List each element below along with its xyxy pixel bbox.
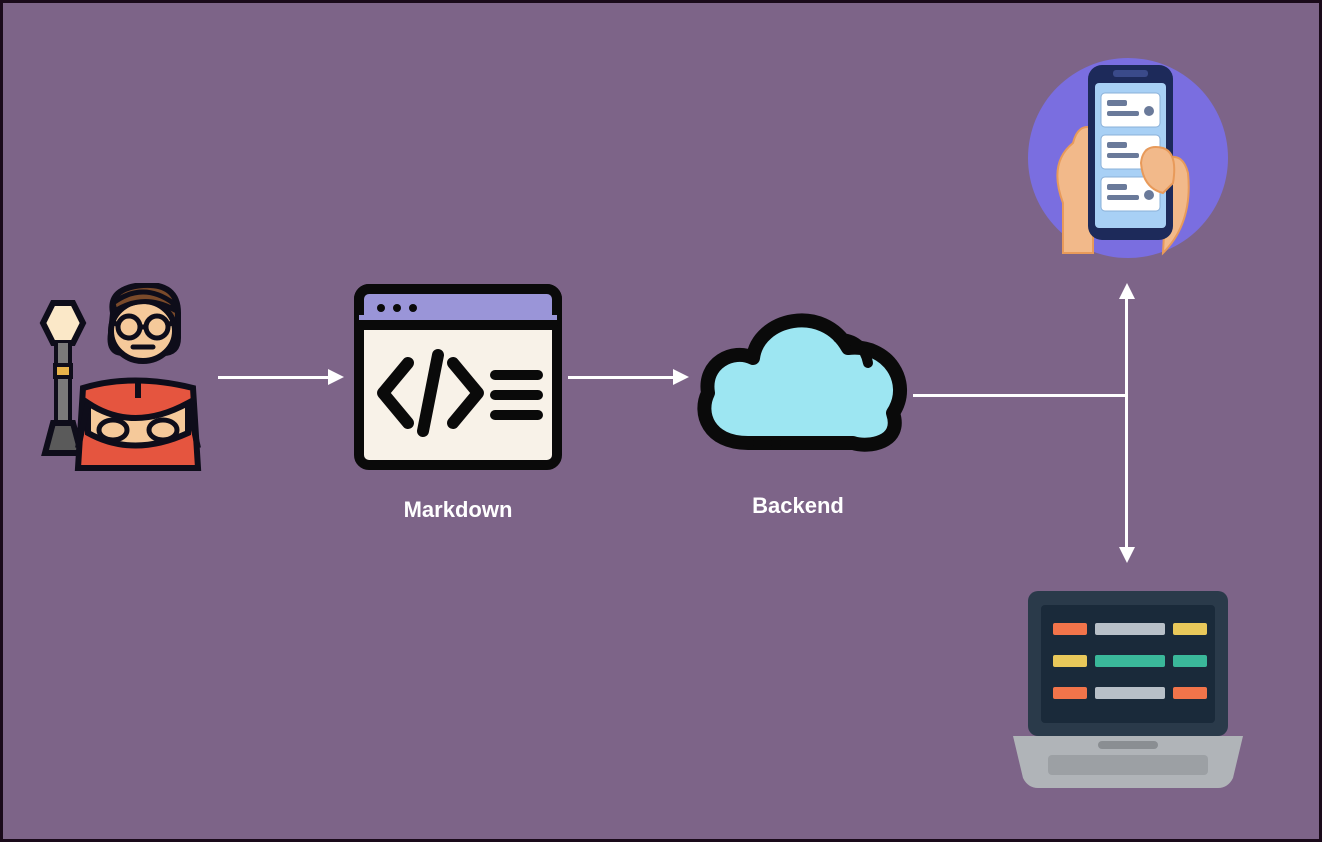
cloud-icon [688, 303, 913, 463]
backend-label: Backend [738, 493, 858, 519]
arrow-branch-mobile-head [1119, 283, 1135, 299]
connector-branch-vertical [1125, 298, 1128, 548]
markdown-node [353, 283, 563, 473]
author-node [23, 283, 203, 483]
laptop-code-icon [1003, 583, 1253, 793]
backend-node [688, 303, 913, 463]
markdown-label: Markdown [388, 497, 528, 523]
author-icon [23, 283, 203, 483]
laptop-node [1003, 583, 1253, 793]
hand-phone-icon [1023, 53, 1233, 263]
arrow-markdown-backend [568, 376, 673, 379]
mobile-node [1023, 53, 1233, 263]
code-window-icon [353, 283, 563, 473]
arrow-markdown-backend-head [673, 369, 689, 385]
arrow-author-markdown-head [328, 369, 344, 385]
arrow-branch-laptop-head [1119, 547, 1135, 563]
arrow-author-markdown [218, 376, 328, 379]
connector-backend-branch [913, 394, 1128, 397]
